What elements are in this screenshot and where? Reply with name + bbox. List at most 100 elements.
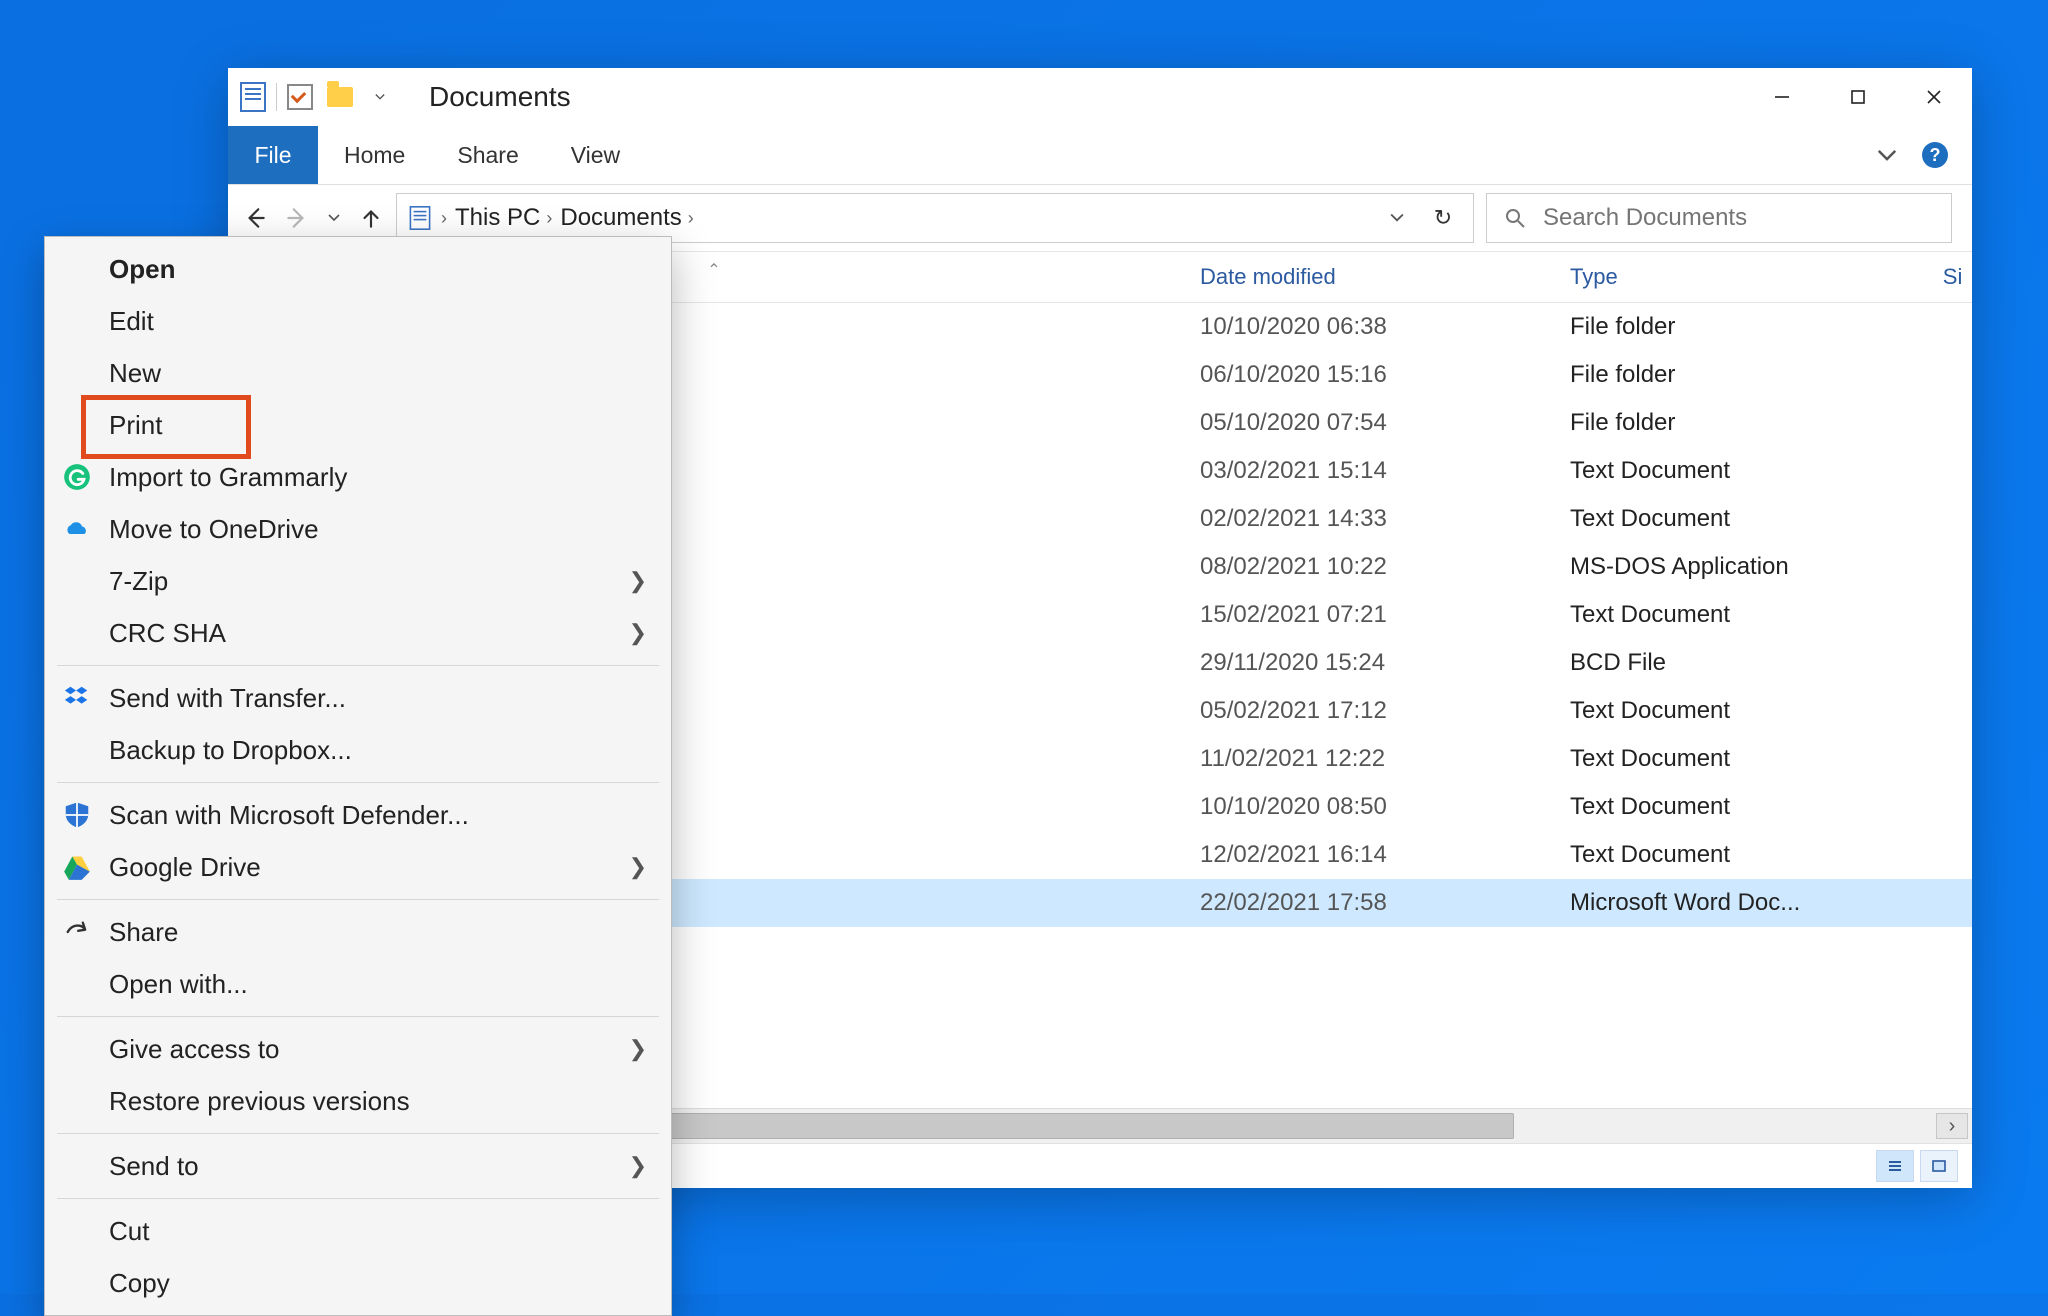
view-thumbnails-button[interactable] [1920, 1150, 1958, 1182]
col-date-header[interactable]: Date modified [1200, 264, 1570, 290]
qat-separator [276, 83, 277, 111]
context-menu-item[interactable]: Copy [47, 1257, 669, 1309]
search-input[interactable] [1541, 203, 1935, 233]
context-menu-label: Move to OneDrive [109, 514, 319, 545]
file-date: 15/02/2021 07:21 [1200, 601, 1570, 629]
close-button[interactable] [1896, 68, 1972, 126]
grammarly-icon [61, 461, 93, 493]
context-menu-label: Google Drive [109, 852, 261, 883]
file-type: File folder [1570, 361, 1900, 389]
context-menu-item[interactable]: CRC SHA ❯ [47, 607, 669, 659]
context-menu-item[interactable]: Open [47, 243, 669, 295]
qat-doc-icon[interactable] [236, 80, 270, 114]
nav-recent-dropdown[interactable] [326, 212, 342, 224]
gdrive-icon [61, 851, 93, 883]
qat-folder-icon[interactable] [323, 80, 357, 114]
file-type: Text Document [1570, 793, 1900, 821]
file-date: 05/02/2021 17:12 [1200, 697, 1570, 725]
maximize-button[interactable] [1820, 68, 1896, 126]
file-type: File folder [1570, 313, 1900, 341]
address-doc-icon [410, 206, 431, 230]
context-menu-item[interactable]: Backup to Dropbox... [47, 724, 669, 776]
help-button[interactable]: ? [1922, 126, 1948, 184]
nav-forward-button[interactable] [284, 205, 310, 231]
context-menu-separator [57, 1016, 659, 1017]
file-type: Microsoft Word Doc... [1570, 889, 1900, 917]
context-menu-label: Restore previous versions [109, 1086, 410, 1117]
context-menu-item[interactable]: New [47, 347, 669, 399]
breadcrumb-this-pc[interactable]: This PC › [455, 204, 552, 232]
file-type: MS-DOS Application [1570, 553, 1900, 581]
context-menu-item[interactable]: Import to Grammarly [47, 451, 669, 503]
context-menu-item[interactable]: Send to❯ [47, 1140, 669, 1192]
dropbox-icon [61, 682, 93, 714]
breadcrumb-root-chevron[interactable]: › [441, 208, 447, 229]
file-date: 10/10/2020 06:38 [1200, 313, 1570, 341]
address-dropdown-button[interactable] [1377, 194, 1417, 242]
context-menu-item[interactable]: Open with... [47, 958, 669, 1010]
context-menu-separator [57, 782, 659, 783]
search-box[interactable] [1486, 193, 1952, 243]
file-type: Text Document [1570, 505, 1900, 533]
context-menu-label: CRC SHA [109, 618, 226, 649]
context-menu-label: Backup to Dropbox... [109, 735, 352, 766]
context-menu: Open EditNewPrint Import to Grammarly Move … [44, 236, 672, 1316]
file-type: Text Document [1570, 601, 1900, 629]
share-icon [61, 916, 93, 948]
context-menu-item[interactable]: Cut [47, 1205, 669, 1257]
search-icon [1503, 206, 1527, 230]
tab-share[interactable]: Share [431, 126, 544, 184]
tab-view[interactable]: View [545, 126, 646, 184]
minimize-button[interactable] [1744, 68, 1820, 126]
context-menu-item[interactable]: 7-Zip❯ [47, 555, 669, 607]
context-menu-item[interactable]: Send with Transfer... [47, 672, 669, 724]
submenu-chevron-icon: ❯ [629, 620, 647, 646]
file-date: 08/02/2021 10:22 [1200, 553, 1570, 581]
file-date: 11/02/2021 12:22 [1200, 745, 1570, 773]
context-menu-separator [57, 899, 659, 900]
file-date: 05/10/2020 07:54 [1200, 409, 1570, 437]
context-menu-label: Open [109, 254, 175, 285]
col-type-header[interactable]: Type [1570, 264, 1900, 290]
context-menu-item[interactable]: Restore previous versions [47, 1075, 669, 1127]
context-menu-item[interactable]: Move to OneDrive [47, 503, 669, 555]
nav-up-button[interactable] [358, 205, 384, 231]
window-controls [1744, 68, 1972, 126]
breadcrumb-label: Documents [560, 204, 681, 232]
context-menu-separator [57, 665, 659, 666]
context-menu-label: Send with Transfer... [109, 683, 346, 714]
tab-file[interactable]: File [228, 126, 318, 184]
refresh-button[interactable]: ↻ [1423, 194, 1463, 242]
qat-customize-dropdown[interactable] [363, 80, 397, 114]
context-menu-item[interactable]: Google Drive ❯ [47, 841, 669, 893]
ribbon-collapse-button[interactable] [1876, 126, 1898, 184]
ribbon-tabs: File Home Share View ? [228, 126, 1972, 185]
context-menu-item[interactable]: Give access to❯ [47, 1023, 669, 1075]
context-menu-separator [57, 1133, 659, 1134]
context-menu-label: Share [109, 917, 178, 948]
qat-properties-icon[interactable] [283, 80, 317, 114]
tab-home[interactable]: Home [318, 126, 431, 184]
submenu-chevron-icon: ❯ [629, 854, 647, 880]
file-date: 22/02/2021 17:58 [1200, 889, 1570, 917]
file-type: File folder [1570, 409, 1900, 437]
context-menu-item[interactable]: Share [47, 906, 669, 958]
breadcrumb-label: This PC [455, 204, 540, 232]
submenu-chevron-icon: ❯ [629, 568, 647, 594]
context-menu-label: Import to Grammarly [109, 462, 347, 493]
view-details-button[interactable] [1876, 1150, 1914, 1182]
nav-back-button[interactable] [242, 205, 268, 231]
context-menu-item[interactable]: Scan with Microsoft Defender... [47, 789, 669, 841]
context-menu-label: Send to [109, 1151, 199, 1182]
context-menu-item[interactable]: Print [47, 399, 669, 451]
onedrive-icon [61, 513, 93, 545]
file-date: 10/10/2020 08:50 [1200, 793, 1570, 821]
col-size-header[interactable]: SizeSi [1900, 264, 1972, 290]
horizontal-scroll-right[interactable]: › [1936, 1113, 1968, 1139]
context-menu-label: Open with... [109, 969, 248, 1000]
submenu-chevron-icon: ❯ [629, 1036, 647, 1062]
file-date: 02/02/2021 14:33 [1200, 505, 1570, 533]
context-menu-item[interactable]: Edit [47, 295, 669, 347]
titlebar: Documents [228, 68, 1972, 126]
breadcrumb-documents[interactable]: Documents › [560, 204, 693, 232]
